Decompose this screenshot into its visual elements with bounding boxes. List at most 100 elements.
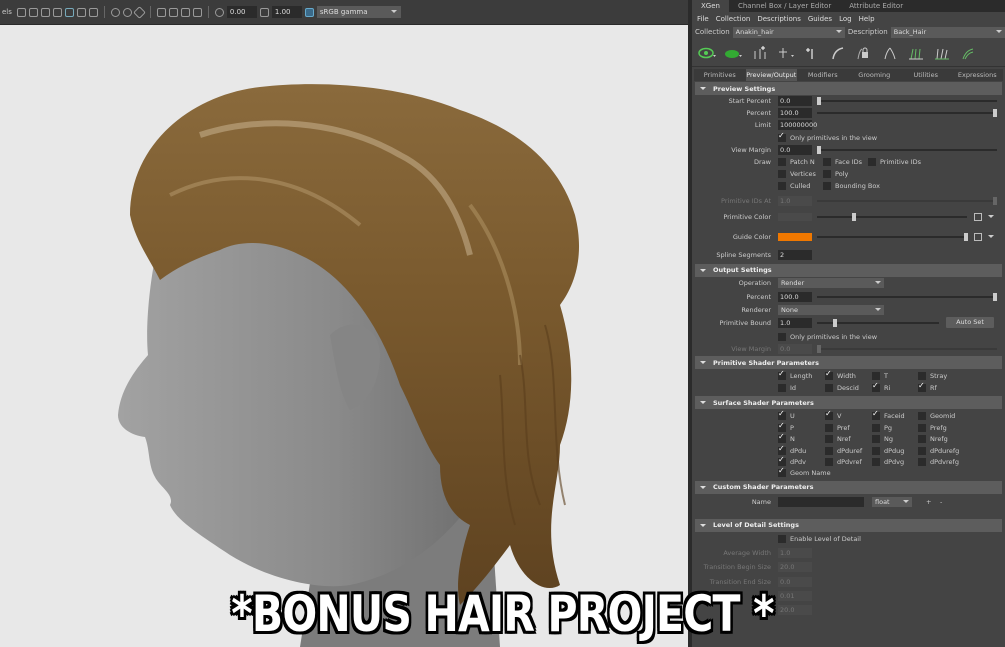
pg-checkbox[interactable]: [872, 423, 880, 432]
slider-handle[interactable]: [993, 292, 997, 301]
tab-channel-box[interactable]: Channel Box / Layer Editor: [729, 0, 840, 12]
tab-preview-output[interactable]: Preview/Output: [745, 69, 797, 81]
rf-checkbox[interactable]: [918, 381, 926, 393]
slider-handle[interactable]: [852, 212, 856, 221]
descid-checkbox[interactable]: [825, 384, 833, 393]
nrefg-checkbox[interactable]: [918, 435, 926, 444]
spline-segments-field[interactable]: 2: [778, 249, 812, 260]
prim-shader-header[interactable]: Primitive Shader Parameters: [695, 356, 1002, 370]
geom-name-checkbox[interactable]: [778, 466, 786, 478]
add-guide-icon[interactable]: [802, 45, 821, 61]
output-only-prims-checkbox[interactable]: [778, 332, 786, 341]
ng-checkbox[interactable]: [872, 435, 880, 444]
culled-checkbox[interactable]: [778, 182, 786, 191]
prim-color-swatch[interactable]: [778, 212, 812, 221]
vertices-checkbox[interactable]: [778, 170, 786, 179]
start-percent-field[interactable]: 0.0: [778, 96, 812, 106]
dpduref-checkbox[interactable]: [825, 446, 833, 455]
menu-collection[interactable]: Collection: [716, 15, 751, 23]
n-checkbox[interactable]: [778, 432, 786, 444]
map-icon[interactable]: [974, 232, 982, 241]
tab-grooming[interactable]: Grooming: [849, 69, 901, 81]
curves-to-guides-icon[interactable]: [932, 45, 951, 61]
percent-slider[interactable]: [817, 109, 997, 118]
only-prims-checkbox[interactable]: [778, 131, 786, 142]
menu-file[interactable]: File: [697, 15, 709, 23]
grid-icon[interactable]: [180, 7, 190, 17]
slider-handle[interactable]: [817, 145, 821, 154]
patch-n-checkbox[interactable]: [778, 157, 786, 166]
exposure-icon[interactable]: [214, 7, 224, 17]
menu-descriptions[interactable]: Descriptions: [757, 15, 801, 23]
chevron-down-icon[interactable]: [988, 214, 994, 221]
nref-checkbox[interactable]: [825, 435, 833, 444]
p-checkbox[interactable]: [778, 421, 786, 432]
menu-help[interactable]: Help: [859, 15, 875, 23]
t-checkbox[interactable]: [872, 372, 880, 381]
lights-icon[interactable]: [64, 7, 74, 17]
dpdvrefg-checkbox[interactable]: [918, 458, 926, 466]
tab-primitives[interactable]: Primitives: [694, 69, 746, 81]
tab-attribute-editor[interactable]: Attribute Editor: [840, 0, 912, 12]
slider-handle[interactable]: [993, 109, 997, 118]
u-checkbox[interactable]: [778, 409, 786, 421]
add-primitive-icon[interactable]: [750, 45, 769, 61]
camera-icon[interactable]: [156, 7, 166, 17]
xray-icon[interactable]: [122, 7, 132, 17]
menu-log[interactable]: Log: [839, 15, 852, 23]
ri-checkbox[interactable]: [872, 381, 880, 393]
wireframe-icon[interactable]: [16, 7, 26, 17]
limit-field[interactable]: 100000000: [778, 120, 817, 131]
wireframe-on-shaded-icon[interactable]: [40, 7, 50, 17]
output-percent-field[interactable]: 100.0: [778, 291, 812, 302]
bounding-box-checkbox[interactable]: [823, 182, 831, 191]
surf-shader-header[interactable]: Surface Shader Parameters: [695, 396, 1002, 410]
ambient-occlusion-icon[interactable]: [88, 7, 98, 17]
view-margin-slider[interactable]: [817, 145, 997, 154]
guides-to-curves-icon[interactable]: [906, 45, 925, 61]
enable-lod-checkbox[interactable]: [778, 534, 786, 543]
tab-expressions[interactable]: Expressions: [952, 69, 1004, 81]
textured-icon[interactable]: [52, 7, 62, 17]
slider-handle[interactable]: [833, 318, 837, 327]
percent-field[interactable]: 100.0: [778, 108, 812, 119]
auto-set-button[interactable]: Auto Set: [946, 316, 994, 328]
custom-name-field[interactable]: [778, 496, 864, 507]
guide-tools-icon[interactable]: [958, 45, 977, 61]
id-checkbox[interactable]: [778, 384, 786, 393]
exposure-field[interactable]: 0.00: [226, 6, 257, 18]
slider-handle[interactable]: [964, 232, 968, 241]
map-icon[interactable]: [974, 212, 982, 221]
face-ids-checkbox[interactable]: [823, 157, 831, 166]
slider-handle[interactable]: [817, 97, 821, 105]
chevron-down-icon[interactable]: [988, 234, 994, 241]
output-percent-slider[interactable]: [817, 292, 997, 301]
gamma-field[interactable]: 1.00: [271, 6, 302, 18]
description-dropdown[interactable]: Back_Hair: [890, 26, 1005, 38]
faceid-checkbox[interactable]: [872, 409, 880, 421]
remove-param-button[interactable]: -: [940, 496, 942, 508]
shadows-icon[interactable]: [76, 7, 86, 17]
prim-bound-field[interactable]: 1.0: [778, 317, 812, 328]
xray-joints-icon[interactable]: [133, 5, 146, 19]
gamma-icon[interactable]: [259, 7, 269, 17]
tab-utilities[interactable]: Utilities: [900, 69, 952, 81]
dpdv-checkbox[interactable]: [778, 455, 786, 466]
output-settings-header[interactable]: Output Settings: [695, 263, 1002, 277]
rebuild-guides-icon[interactable]: [880, 45, 899, 61]
v-checkbox[interactable]: [825, 409, 833, 421]
dpdurefg-checkbox[interactable]: [918, 446, 926, 455]
gate-icon[interactable]: [168, 7, 178, 17]
primitive-ids-checkbox[interactable]: [868, 157, 876, 166]
tab-modifiers[interactable]: Modifiers: [797, 69, 849, 81]
stray-checkbox[interactable]: [918, 372, 926, 381]
add-param-button[interactable]: +: [926, 496, 931, 508]
custom-shader-header[interactable]: Custom Shader Parameters: [695, 480, 1002, 494]
move-guide-icon[interactable]: [776, 45, 795, 61]
start-percent-slider[interactable]: [817, 97, 997, 105]
geomid-checkbox[interactable]: [918, 412, 926, 421]
smooth-shade-icon[interactable]: [28, 7, 38, 17]
renderer-dropdown[interactable]: None: [778, 304, 884, 315]
color-management-icon[interactable]: [304, 7, 314, 17]
prefg-checkbox[interactable]: [918, 423, 926, 432]
